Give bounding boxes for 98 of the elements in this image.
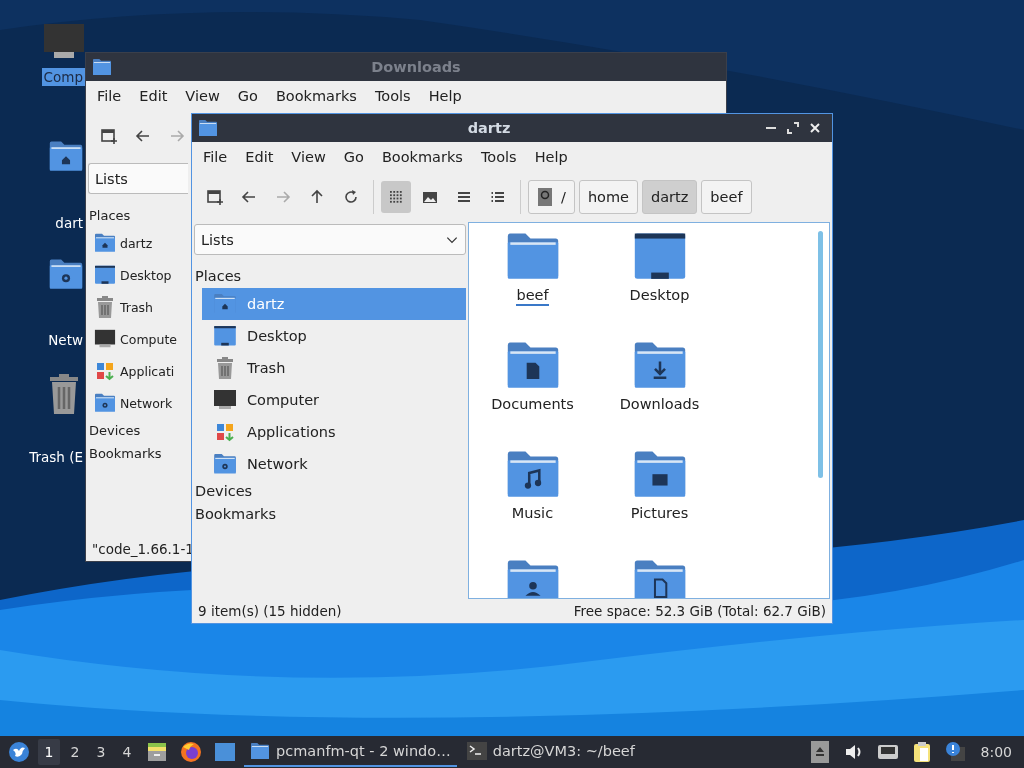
path-button[interactable]: /	[528, 180, 575, 214]
path-button[interactable]: dartz	[642, 180, 698, 214]
chevron-icon	[445, 234, 459, 245]
eject-icon	[810, 741, 829, 763]
terminal-icon	[466, 741, 487, 761]
sidebar-item[interactable]: Network	[90, 387, 188, 419]
view-selector[interactable]: Lists	[88, 163, 188, 194]
sidebar-item[interactable]: Applicati	[90, 355, 188, 387]
new-tab-icon	[100, 127, 118, 145]
menu-item[interactable]: Help	[525, 149, 577, 165]
status-text: 9 item(s) (15 hidden)	[198, 603, 342, 619]
sidebar-item[interactable]: dartz	[90, 227, 188, 259]
computer-icon	[44, 24, 84, 58]
folder-icon	[92, 58, 112, 76]
section-heading: Places	[88, 207, 132, 225]
folder-icon	[250, 742, 270, 760]
sidebar-item[interactable]: Computer	[202, 384, 466, 416]
close-icon	[808, 121, 822, 135]
home-folder-icon	[48, 140, 84, 173]
network-folder-icon	[94, 392, 116, 414]
desktop-icon-label[interactable]: dart	[53, 214, 85, 232]
trash-icon	[215, 357, 235, 379]
menu-item[interactable]: View	[176, 88, 229, 104]
section-heading: Devices	[88, 422, 142, 440]
sidebar-item[interactable]: Trash	[90, 291, 188, 323]
computer-icon	[213, 389, 237, 411]
file-name[interactable]: Desktop	[629, 287, 690, 307]
status-text: "code_1.66.1-1	[92, 541, 194, 557]
desktop-icon	[94, 264, 116, 286]
free-space-text: Free space: 52.3 GiB (Total: 62.7 GiB)	[573, 603, 826, 619]
desktop-switch[interactable]: 1	[38, 739, 60, 765]
sidebar-item[interactable]: Compute	[90, 323, 188, 355]
menu-item[interactable]: Help	[419, 88, 471, 104]
network-folder-icon	[48, 258, 84, 291]
menu-item[interactable]: Go	[334, 149, 373, 165]
folder-icon	[198, 119, 218, 137]
task-button[interactable]: pcmanfm-qt - 2 windo…	[244, 737, 457, 767]
desktop-switch[interactable]: 3	[90, 739, 112, 765]
menu-item[interactable]: Edit	[130, 88, 177, 104]
sidebar-item[interactable]: Desktop	[90, 259, 188, 291]
new-tab-icon	[206, 188, 224, 206]
trash-icon	[48, 374, 80, 414]
desktop-switch[interactable]: 2	[64, 739, 86, 765]
desktop-icon	[213, 325, 237, 347]
desktop-switch[interactable]: 4	[116, 739, 138, 765]
menu-item[interactable]: Edit	[236, 149, 283, 165]
browser-icon	[180, 741, 202, 763]
file-name[interactable]: beef	[516, 287, 549, 307]
sidebar-item[interactable]: Network	[202, 448, 466, 480]
desktop-icon-label[interactable]: Comp	[41, 68, 85, 86]
path-button[interactable]: home	[578, 180, 638, 214]
minimize-icon	[766, 127, 776, 129]
drive-icon	[537, 187, 553, 207]
section-heading: Devices	[194, 482, 254, 501]
scrollbar[interactable]	[818, 231, 823, 478]
show-desktop-icon	[214, 741, 236, 763]
task-button[interactable]: dartz@VM3: ~/beef	[460, 737, 641, 767]
sidebar-item[interactable]: Applications	[202, 416, 466, 448]
file-name[interactable]: Pictures	[630, 505, 689, 525]
bird-logo-icon	[8, 741, 30, 763]
desktop-icon-label[interactable]: Trash (E	[27, 448, 85, 466]
path-button[interactable]: beef	[701, 180, 752, 214]
menu-item[interactable]: File	[88, 88, 131, 104]
clipboard-icon	[911, 741, 932, 763]
computer-icon	[94, 328, 116, 350]
maximize-icon	[786, 121, 800, 135]
home-folder-icon	[94, 232, 116, 254]
menu-item[interactable]: Bookmarks	[266, 88, 366, 104]
window-title: Downloads	[370, 59, 462, 75]
apps-icon	[95, 361, 115, 381]
reload-icon	[342, 188, 360, 206]
desktop-icon-label[interactable]: Netw	[46, 331, 85, 349]
file-name[interactable]: Documents	[491, 396, 574, 416]
section-heading: Bookmarks	[194, 505, 277, 524]
menu-item[interactable]: Tools	[471, 149, 526, 165]
sidebar-item[interactable]: Trash	[202, 352, 466, 384]
ethernet-icon	[876, 742, 899, 762]
section-heading: Bookmarks	[88, 445, 163, 463]
sidebar-item[interactable]: Desktop	[202, 320, 466, 352]
window-title: dartz	[466, 120, 512, 136]
menu-item[interactable]: Bookmarks	[372, 149, 472, 165]
alert-icon	[944, 741, 967, 763]
menu-item[interactable]: Tools	[365, 88, 420, 104]
file-name[interactable]: Music	[511, 505, 554, 525]
file-cabinet-icon	[147, 741, 167, 763]
clock[interactable]: 8:00	[974, 744, 1020, 760]
view-selector[interactable]: Lists	[194, 224, 466, 255]
section-heading: Places	[194, 267, 243, 286]
view-mode-button[interactable]	[381, 181, 411, 213]
menu-item[interactable]: Go	[228, 88, 267, 104]
icon-view-icon	[387, 188, 405, 206]
home-folder-icon	[213, 293, 237, 315]
menu-item[interactable]: View	[282, 149, 335, 165]
network-folder-icon	[213, 453, 237, 475]
trash-icon	[95, 296, 115, 318]
menu-item[interactable]: File	[194, 149, 237, 165]
apps-icon	[215, 422, 235, 442]
file-name[interactable]: Downloads	[619, 396, 700, 416]
